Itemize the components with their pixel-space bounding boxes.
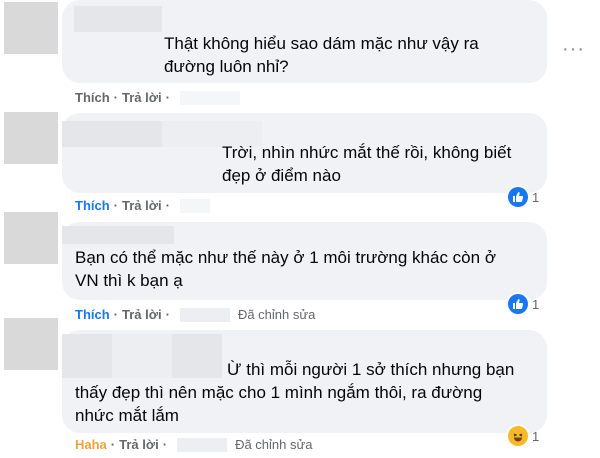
reaction-summary[interactable]: 1 <box>508 187 539 207</box>
reaction-count: 1 <box>532 428 540 444</box>
comment-actions: Haha · Trả lời · Đã chỉnh sửa <box>75 437 312 452</box>
timestamp[interactable] <box>179 307 230 322</box>
comment-actions: Thích · Trả lời · <box>75 198 210 213</box>
commenter-name[interactable] <box>62 226 174 244</box>
timestamp[interactable] <box>177 437 228 452</box>
comment-text: Thật không hiểu sao dám mặc như vậy ra đ… <box>164 34 479 76</box>
reply-button[interactable]: Trả lời <box>119 437 159 452</box>
avatar[interactable] <box>4 112 58 164</box>
separator: · <box>162 437 168 452</box>
comment-actions: Thích · Trả lời · Đã chỉnh sửa <box>75 307 315 322</box>
comment-bubble: Trời, nhìn nhức mắt thế rồi, không biết … <box>62 113 547 193</box>
separator: · <box>110 437 116 452</box>
comment-bubble: Bạn có thể mặc như thế này ở 1 môi trườn… <box>62 222 547 300</box>
separator: · <box>165 198 170 213</box>
reply-button[interactable]: Trả lời <box>122 307 162 322</box>
separator: · <box>165 90 170 105</box>
edited-label[interactable]: Đã chỉnh sửa <box>238 307 315 322</box>
separator: · <box>165 307 170 322</box>
reaction-count: 1 <box>532 189 540 205</box>
avatar[interactable] <box>4 318 58 370</box>
avatar[interactable] <box>4 2 58 54</box>
timestamp[interactable] <box>179 198 210 213</box>
comment-text: Trời, nhìn nhức mắt thế rồi, không biết … <box>222 143 512 185</box>
comment-bubble: Ừ thì mỗi người 1 sở thích nhưng bạn thấ… <box>62 330 547 433</box>
thumbs-up-icon <box>508 187 528 207</box>
reaction-count: 1 <box>532 296 540 312</box>
comment-text: Ừ thì mỗi người 1 sở thích nhưng bạn thấ… <box>75 360 515 425</box>
timestamp[interactable] <box>179 90 240 105</box>
comment-bubble: Thật không hiểu sao dám mặc như vậy ra đ… <box>62 0 547 83</box>
commenter-name[interactable] <box>62 121 162 147</box>
more-options-button[interactable]: ··· <box>562 38 585 61</box>
commenter-name[interactable] <box>74 6 162 32</box>
reaction-summary[interactable]: 1 <box>508 294 539 314</box>
reply-button[interactable]: Trả lời <box>122 90 162 105</box>
laughing-face-icon <box>508 426 528 446</box>
thumbs-up-icon <box>508 294 528 314</box>
avatar[interactable] <box>4 212 58 264</box>
comment-actions: Thích · Trả lời · <box>75 90 240 105</box>
haha-reaction-button[interactable]: Haha <box>75 437 107 452</box>
comment-text: Bạn có thể mặc như thế này ở 1 môi trườn… <box>75 248 496 290</box>
like-button[interactable]: Thích <box>75 307 110 322</box>
edited-label[interactable]: Đã chỉnh sửa <box>235 437 312 452</box>
separator: · <box>113 90 119 105</box>
separator: · <box>113 198 119 213</box>
like-button[interactable]: Thích <box>75 90 110 105</box>
reaction-summary[interactable]: 1 <box>508 426 539 446</box>
reply-button[interactable]: Trả lời <box>122 198 162 213</box>
separator: · <box>113 307 119 322</box>
ellipsis-icon: ··· <box>562 38 585 60</box>
like-button[interactable]: Thích <box>75 198 110 213</box>
